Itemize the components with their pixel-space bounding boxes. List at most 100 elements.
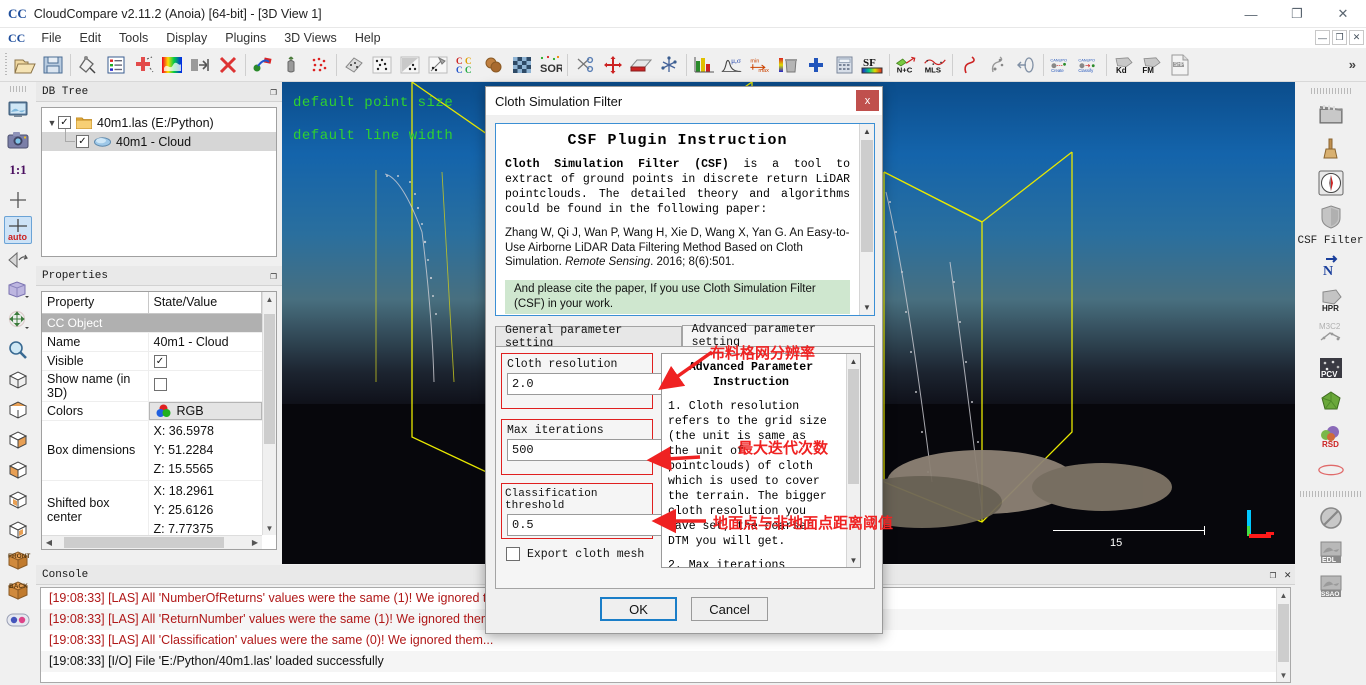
shield-icon[interactable] (1316, 202, 1346, 232)
toolbar-overflow-button[interactable]: » (1343, 57, 1362, 72)
minmax-icon[interactable]: minmax (747, 52, 773, 78)
cloth-resolution-spinbox[interactable]: ▲ ▼ (507, 373, 646, 395)
cc-compare-icon[interactable]: CCCC (453, 52, 479, 78)
broom-clean-icon[interactable] (1316, 134, 1346, 164)
add-point-icon[interactable] (131, 52, 157, 78)
toggle-orthographic-icon[interactable] (4, 246, 32, 274)
tree-node-file[interactable]: ▼ ✓ 40m1.las (E:/Python) (42, 113, 276, 132)
fast-marching-icon[interactable]: FM (1139, 52, 1165, 78)
view-back-icon[interactable]: BACK (4, 576, 32, 604)
classification-threshold-spinbox[interactable]: ▲ ▼ (507, 514, 646, 536)
properties-float-icon[interactable]: ❐ (270, 269, 277, 283)
scroll-up-icon[interactable]: ▲ (860, 124, 874, 139)
set-view-icon[interactable] (4, 96, 32, 124)
open-file-icon[interactable] (12, 52, 38, 78)
properties-scroll-thumb[interactable] (264, 314, 275, 444)
mls-smoothing-icon[interactable]: MLS (922, 52, 948, 78)
tree-node-file-checkbox[interactable]: ✓ (58, 116, 71, 129)
register-icon[interactable] (250, 52, 276, 78)
menu-tools[interactable]: Tools (110, 29, 157, 47)
scroll-down-icon[interactable]: ▼ (1277, 668, 1290, 682)
window-close-button[interactable]: ✕ (1320, 0, 1366, 28)
canupo-create-icon[interactable]: CANUPOCreate (1048, 52, 1074, 78)
view-right-icon[interactable] (4, 456, 32, 484)
visible-checkbox[interactable]: ✓ (154, 355, 167, 368)
colors-combo[interactable]: RGB (149, 402, 262, 420)
properties-hscroll-thumb[interactable] (64, 537, 224, 548)
subsample-icon[interactable] (306, 52, 332, 78)
advanced-instruction-scroll-thumb[interactable] (848, 369, 859, 484)
section-icon[interactable] (628, 52, 654, 78)
scroll-up-icon[interactable]: ▲ (263, 292, 276, 306)
edl-shader-icon[interactable]: EDL (1316, 537, 1346, 567)
ok-button[interactable]: OK (600, 597, 677, 621)
console-scrollbar[interactable]: ▲ ▼ (1276, 588, 1290, 682)
animation-icon[interactable] (1316, 100, 1346, 130)
db-tree-float-icon[interactable]: ❐ (270, 85, 277, 99)
property-value-visible[interactable]: ✓ (148, 351, 262, 370)
properties-table-wrap[interactable]: Property State/Value CC Object Name 40m1… (41, 291, 277, 550)
sor-filter-icon[interactable]: SOR (537, 52, 563, 78)
export-cloth-mesh-row[interactable]: Export cloth mesh (506, 547, 644, 561)
console-scroll-thumb[interactable] (1278, 604, 1289, 662)
tree-node-cloud-checkbox[interactable]: ✓ (76, 135, 89, 148)
mdi-minimize-button[interactable]: — (1315, 30, 1330, 45)
properties-vertical-scrollbar[interactable]: ▲ ▼ (262, 292, 276, 535)
csf-instruction-scrollbar[interactable]: ▲ ▼ (859, 124, 874, 315)
classification-threshold-input[interactable] (507, 514, 664, 536)
scroll-up-icon[interactable]: ▲ (847, 354, 860, 368)
csf-dialog-close-button[interactable]: x (856, 90, 879, 111)
point-picking-icon[interactable] (656, 52, 682, 78)
csf-advanced-instruction-box[interactable]: Advanced Parameter Instruction 1. Cloth … (661, 353, 861, 568)
translate-icon[interactable] (4, 306, 32, 334)
tree-node-cloud[interactable]: ✓ 40m1 - Cloud (42, 132, 276, 151)
zoom-one-to-one-icon[interactable]: 1:1 (4, 156, 32, 184)
menu-file[interactable]: File (32, 29, 70, 47)
north-arrow-icon[interactable]: N (1316, 251, 1346, 281)
colorize-icon[interactable] (159, 52, 185, 78)
menu-3d-views[interactable]: 3D Views (275, 29, 346, 47)
scroll-down-icon[interactable]: ▼ (847, 553, 860, 567)
properties-horizontal-scrollbar[interactable]: ◀ ▶ (42, 535, 262, 549)
expand-triangle-icon[interactable]: ▼ (46, 118, 58, 128)
view-left-icon[interactable] (4, 426, 32, 454)
view-bottom-icon[interactable] (4, 396, 32, 424)
scroll-down-icon[interactable]: ▼ (860, 300, 874, 315)
properties-list-icon[interactable] (103, 52, 129, 78)
delete-sf-icon[interactable] (775, 52, 801, 78)
show-name-checkbox[interactable] (154, 378, 167, 391)
view-front-icon[interactable]: FRONT (4, 546, 32, 574)
m3c2-icon[interactable]: M3C2 (1316, 319, 1346, 349)
shp-export-icon[interactable]: SHP (1167, 52, 1193, 78)
window-minimize-button[interactable]: — (1228, 0, 1274, 28)
view-toolbar-grip[interactable] (10, 86, 26, 92)
poisson-recon-icon[interactable] (1316, 387, 1346, 417)
scroll-down-icon[interactable]: ▼ (263, 521, 276, 535)
view-iso2-icon[interactable] (4, 516, 32, 544)
noise-filter-icon[interactable] (509, 52, 535, 78)
mdi-restore-button[interactable]: ❐ (1332, 30, 1347, 45)
statistical-test-icon[interactable] (481, 52, 507, 78)
hpr-icon[interactable]: HPR (1316, 285, 1346, 315)
tab-general-parameter-setting[interactable]: General parameter setting (495, 326, 682, 347)
cloud-mesh-dist-icon[interactable] (397, 52, 423, 78)
save-file-icon[interactable] (40, 52, 66, 78)
segment-scissors-icon[interactable] (572, 52, 598, 78)
canupo-classify-icon[interactable]: CANUPOClassify (1076, 52, 1102, 78)
window-restore-button[interactable]: ❐ (1274, 0, 1320, 28)
property-value-show-name[interactable] (148, 370, 262, 401)
scroll-right-icon[interactable]: ▶ (248, 536, 262, 549)
cancel-button[interactable]: Cancel (691, 597, 768, 621)
zoom-magnifier-icon[interactable] (4, 336, 32, 364)
console-float-icon[interactable]: ❐ (1270, 568, 1277, 582)
set-pivot-icon[interactable] (4, 186, 32, 214)
histogram-icon[interactable] (691, 52, 717, 78)
delete-icon[interactable] (215, 52, 241, 78)
no-shader-icon[interactable] (1316, 503, 1346, 533)
cloth-resolution-input[interactable] (507, 373, 664, 395)
compute-dist-icon[interactable] (425, 52, 451, 78)
csf-instruction-box[interactable]: CSF Plugin Instruction Cloth Simulation … (495, 123, 875, 316)
pcv-icon[interactable]: PCV (1316, 353, 1346, 383)
console-close-icon[interactable]: ✕ (1284, 568, 1291, 582)
ellipse-icon[interactable] (1316, 455, 1346, 485)
